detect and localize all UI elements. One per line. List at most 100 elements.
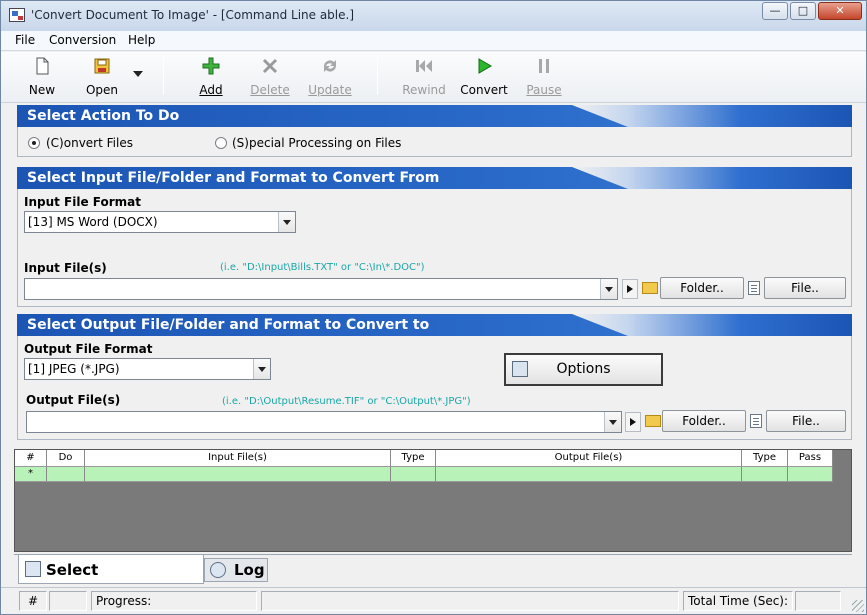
play-convert-icon xyxy=(478,58,492,74)
chevron-down-icon[interactable] xyxy=(604,412,621,432)
input-panel: Input File Format [13] MS Word (DOCX) In… xyxy=(17,189,852,307)
chevron-down-icon[interactable] xyxy=(253,359,270,379)
grid-header-input-type[interactable]: Type xyxy=(391,450,436,467)
file-icon xyxy=(748,281,760,295)
toolbar: New Open Add Delete Update Rewind Conver… xyxy=(1,52,866,103)
rewind-label: Rewind xyxy=(402,83,446,97)
minimize-button[interactable]: — xyxy=(762,2,788,20)
grid-header-output-files[interactable]: Output File(s) xyxy=(436,450,742,467)
header-decoration xyxy=(572,167,852,189)
rewind-button[interactable]: Rewind xyxy=(401,56,447,97)
special-processing-radio[interactable] xyxy=(215,137,227,149)
special-processing-label[interactable]: (S)pecial Processing on Files xyxy=(232,136,401,150)
input-folder-button[interactable]: Folder.. xyxy=(660,277,744,299)
status-progress-label: Progress: xyxy=(91,591,257,611)
input-files-hint: (i.e. "D:\Input\Bills.TXT" or "C:\In\*.D… xyxy=(220,262,425,273)
input-file-button[interactable]: File.. xyxy=(764,277,846,299)
chevron-down-icon[interactable] xyxy=(600,279,617,299)
output-run-arrow-button[interactable] xyxy=(625,412,641,432)
open-label: Open xyxy=(85,83,119,97)
status-index: # xyxy=(19,591,47,611)
output-format-value: [1] JPEG (*.JPG) xyxy=(28,362,120,376)
menu-file[interactable]: File xyxy=(15,33,35,47)
files-grid[interactable]: # Do Input File(s) Type Output File(s) T… xyxy=(14,449,852,552)
file-icon xyxy=(750,414,762,428)
resize-grip-icon[interactable] xyxy=(852,600,864,612)
output-folder-button[interactable]: Folder.. xyxy=(662,410,746,432)
app-window: 'Convert Document To Image' - [Command L… xyxy=(0,0,867,615)
grid-cell-output-type[interactable] xyxy=(742,467,788,482)
output-section-title: Select Output File/Folder and Format to … xyxy=(27,317,430,333)
grid-header-pass[interactable]: Pass xyxy=(788,450,833,467)
input-section-header: Select Input File/Folder and Format to C… xyxy=(17,167,852,189)
grid-cell-index[interactable]: * xyxy=(15,467,47,482)
grid-header-row: # Do Input File(s) Type Output File(s) T… xyxy=(15,450,833,467)
menu-help[interactable]: Help xyxy=(128,33,155,47)
input-files-field[interactable] xyxy=(24,278,618,300)
toolbar-separator xyxy=(163,57,164,95)
grid-header-index[interactable]: # xyxy=(15,450,47,467)
header-decoration xyxy=(572,105,852,127)
files-icon xyxy=(25,561,41,577)
add-label: Add xyxy=(199,83,223,97)
convert-files-label[interactable]: (C)onvert Files xyxy=(46,136,133,150)
convert-button[interactable]: Convert xyxy=(459,56,509,97)
maximize-button[interactable]: □ xyxy=(790,2,816,20)
grid-cell-do[interactable] xyxy=(47,467,85,482)
chevron-down-icon[interactable] xyxy=(278,212,295,232)
new-button[interactable]: New xyxy=(25,56,59,97)
status-total-time-value xyxy=(795,591,841,611)
grid-cell-pass[interactable] xyxy=(788,467,833,482)
pause-label: Pause xyxy=(526,83,562,97)
close-button[interactable]: ✕ xyxy=(818,2,862,20)
open-button[interactable]: Open xyxy=(83,56,121,97)
convert-files-radio[interactable] xyxy=(28,137,40,149)
output-format-select[interactable]: [1] JPEG (*.JPG) xyxy=(24,358,271,380)
open-dropdown-arrow-icon[interactable] xyxy=(133,71,143,77)
grid-cell-input-type[interactable] xyxy=(391,467,436,482)
input-format-value: [13] MS Word (DOCX) xyxy=(28,215,158,229)
update-button[interactable]: Update xyxy=(307,56,353,97)
output-file-button[interactable]: File.. xyxy=(766,410,846,432)
status-total-time-label: Total Time (Sec): xyxy=(683,591,793,611)
folder-icon xyxy=(642,282,658,294)
window-controls: — □ ✕ xyxy=(760,2,862,20)
add-plus-icon xyxy=(202,57,220,75)
input-run-arrow-button[interactable] xyxy=(622,279,638,299)
grid-header-output-type[interactable]: Type xyxy=(742,450,788,467)
delete-button[interactable]: Delete xyxy=(249,56,291,97)
grid-cell-input-files[interactable] xyxy=(85,467,391,482)
tab-strip: Select Files/Folders Log xyxy=(14,554,852,605)
folder-icon xyxy=(645,415,661,427)
open-folder-icon xyxy=(94,58,110,74)
grid-header-do[interactable]: Do xyxy=(47,450,85,467)
app-icon xyxy=(9,8,25,22)
input-format-label: Input File Format xyxy=(24,195,142,209)
input-files-label: Input File(s) xyxy=(24,261,107,275)
output-files-label: Output File(s) xyxy=(26,393,121,407)
delete-label: Delete xyxy=(250,83,290,97)
add-button[interactable]: Add xyxy=(197,56,225,97)
tab-log[interactable]: Log xyxy=(204,558,268,582)
input-format-select[interactable]: [13] MS Word (DOCX) xyxy=(24,211,296,233)
grid-cell-output-files[interactable] xyxy=(436,467,742,482)
tab-select-files-folders[interactable]: Select Files/Folders xyxy=(18,555,204,605)
output-files-field[interactable] xyxy=(26,411,622,433)
action-section-header: Select Action To Do xyxy=(17,105,852,127)
grid-header-input-files[interactable]: Input File(s) xyxy=(85,450,391,467)
table-row[interactable]: * xyxy=(15,467,833,482)
window-title: 'Convert Document To Image' - [Command L… xyxy=(31,8,355,22)
status-blank-panel xyxy=(49,591,87,611)
menu-bar: File Conversion Help xyxy=(1,31,866,51)
title-bar[interactable]: 'Convert Document To Image' - [Command L… xyxy=(1,1,866,31)
status-bar: # Progress: Total Time (Sec): xyxy=(1,587,866,614)
convert-label: Convert xyxy=(460,83,508,97)
progress-bar xyxy=(261,591,679,611)
options-button[interactable]: Options xyxy=(504,353,663,386)
update-label: Update xyxy=(308,83,352,97)
update-refresh-icon xyxy=(324,60,336,72)
menu-conversion[interactable]: Conversion xyxy=(49,33,116,47)
header-decoration xyxy=(572,314,852,336)
pause-button[interactable]: Pause xyxy=(525,56,563,97)
rewind-icon xyxy=(416,60,432,72)
